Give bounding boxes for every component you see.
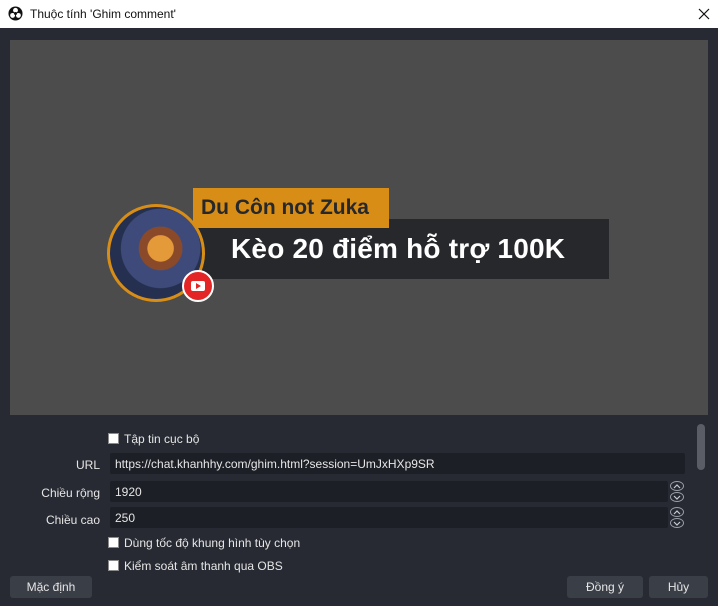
url-label: URL — [75, 458, 100, 472]
cancel-button[interactable]: Hủy — [649, 576, 708, 598]
url-input[interactable] — [110, 453, 685, 474]
comment-message: Kèo 20 điểm hỗ trợ 100K — [231, 233, 566, 264]
comment-author: Du Côn not Zuka — [201, 196, 369, 219]
width-label: Chiều rộng — [41, 486, 100, 500]
height-field[interactable] — [110, 507, 668, 528]
defaults-button[interactable]: Mặc định — [10, 576, 92, 598]
local-file-checkbox[interactable] — [108, 433, 119, 444]
custom-fps-checkbox[interactable] — [108, 537, 119, 548]
close-button[interactable] — [690, 0, 718, 28]
chevron-up-icon[interactable] — [670, 507, 684, 517]
height-label: Chiều cao — [45, 513, 100, 527]
obs-audio-checkbox[interactable] — [108, 560, 119, 571]
properties-scrollbar[interactable] — [697, 424, 705, 470]
youtube-icon — [182, 270, 214, 302]
height-stepper[interactable] — [670, 507, 684, 528]
width-stepper[interactable] — [670, 481, 684, 502]
close-icon — [698, 8, 710, 20]
window-title: Thuộc tính 'Ghim comment' — [30, 7, 176, 21]
custom-fps-label: Dùng tốc độ khung hình tùy chọn — [124, 536, 301, 550]
obs-audio-label: Kiểm soát âm thanh qua OBS — [124, 559, 283, 573]
chevron-down-icon[interactable] — [670, 492, 684, 502]
local-file-label: Tập tin cục bộ — [124, 432, 200, 446]
chevron-down-icon[interactable] — [670, 518, 684, 528]
obs-icon — [8, 6, 23, 21]
pinned-comment-overlay: Kèo 20 điểm hỗ trợ 100K Du Côn not Zuka — [107, 188, 612, 306]
title-bar: Thuộc tính 'Ghim comment' — [0, 0, 718, 28]
chevron-up-icon[interactable] — [670, 481, 684, 491]
ok-button[interactable]: Đồng ý — [567, 576, 643, 598]
width-field[interactable] — [110, 481, 668, 502]
source-preview: Kèo 20 điểm hỗ trợ 100K Du Côn not Zuka — [10, 40, 708, 415]
play-icon — [191, 281, 205, 291]
